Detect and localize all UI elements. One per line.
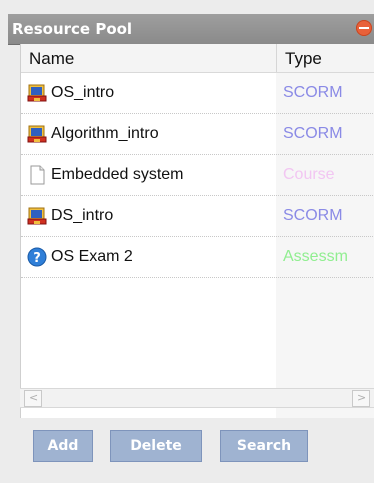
resource-type: SCORM (283, 207, 343, 224)
resource-name: DS_intro (51, 207, 114, 224)
scroll-right-button[interactable]: > (352, 390, 370, 407)
resource-type: SCORM (283, 84, 343, 101)
resource-type: Assessm (283, 248, 348, 265)
grid-rows: OS_intro SCORM Algorithm_intro SCORM Emb… (21, 73, 374, 278)
document-icon (30, 165, 45, 185)
panel-title-bar: Resource Pool (8, 14, 374, 45)
scorm-package-icon (27, 207, 47, 225)
horizontal-scrollbar[interactable]: < > (20, 388, 374, 408)
resource-name: Algorithm_intro (51, 125, 159, 142)
table-row[interactable]: DS_intro SCORM (21, 196, 374, 237)
resource-grid: Name Type OS_intro SCORM Algorithm_intro… (20, 44, 374, 418)
svg-text:?: ? (33, 251, 41, 266)
resource-name: Embedded system (51, 166, 184, 183)
scorm-package-icon (27, 125, 47, 143)
panel-title: Resource Pool (12, 20, 133, 38)
resource-name: OS_intro (51, 84, 115, 101)
search-button[interactable]: Search (220, 430, 308, 462)
table-row[interactable]: OS_intro SCORM (21, 73, 374, 114)
chevron-right-icon: > (357, 391, 367, 404)
add-button[interactable]: Add (33, 430, 93, 462)
question-mark-icon: ? (27, 247, 47, 267)
resource-type: SCORM (283, 125, 343, 142)
table-row[interactable]: Algorithm_intro SCORM (21, 114, 374, 155)
table-row[interactable]: Embedded system Course (21, 155, 374, 196)
column-divider[interactable] (276, 44, 277, 72)
chevron-left-icon: < (29, 391, 39, 404)
resource-pool-panel: Resource Pool Name Type OS_intro SCORM A… (0, 0, 374, 483)
scroll-left-button[interactable]: < (24, 390, 42, 407)
minus-circle-icon[interactable] (356, 20, 372, 36)
table-row[interactable]: ? OS Exam 2 Assessm (21, 237, 374, 278)
resource-name: OS Exam 2 (51, 248, 133, 265)
grid-header: Name Type (21, 44, 374, 73)
scorm-package-icon (27, 84, 47, 102)
column-header-name[interactable]: Name (29, 49, 74, 69)
column-header-type[interactable]: Type (285, 49, 322, 69)
delete-button[interactable]: Delete (110, 430, 202, 462)
resource-type: Course (283, 166, 335, 183)
